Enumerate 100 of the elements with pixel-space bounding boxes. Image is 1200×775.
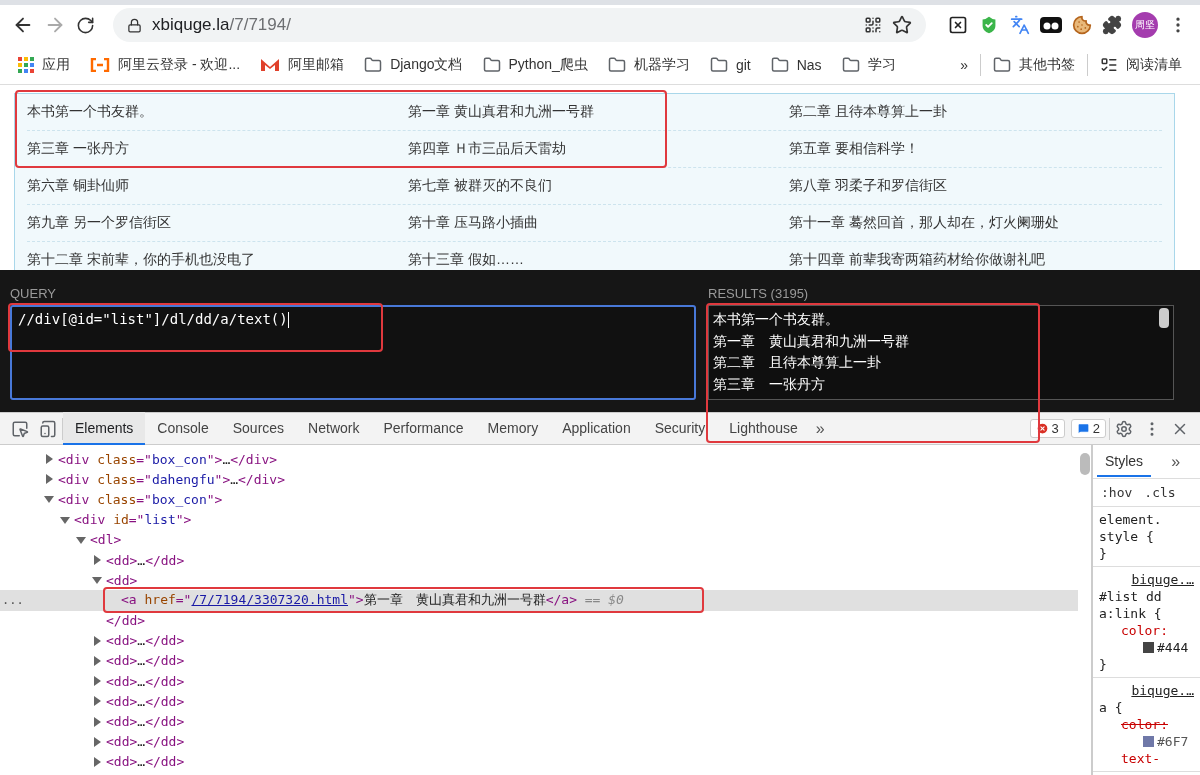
dom-node-row[interactable]: <dd>…</dd> [0,691,1078,712]
devtools-tab[interactable]: Elements [63,412,146,445]
element-markup: <dd>…</dd> [106,754,185,770]
collapsed-triangle-icon[interactable] [44,474,54,485]
devtools-tab[interactable]: Console [145,412,221,445]
collapsed-triangle-icon[interactable] [92,655,102,666]
collapsed-triangle-icon[interactable] [92,676,102,687]
chapter-link[interactable]: 第六章 铜卦仙师 [27,177,129,195]
devtools-tab[interactable]: Application [550,412,643,445]
element-markup: <dd>…</dd> [106,714,185,730]
stylesheet-link[interactable]: biquge.… [1131,682,1194,699]
bookmarks-overflow[interactable]: » [952,52,976,77]
element-markup: <div class="box_con">…</div> [58,451,278,467]
dom-node-row[interactable]: <dd>…</dd> [0,671,1078,692]
expanded-triangle-icon[interactable] [60,514,70,525]
chapter-link[interactable]: 第一章 黄山真君和九洲一号群 [408,103,594,121]
mask-icon[interactable] [1040,17,1062,33]
bookmark-star-icon[interactable] [892,15,912,35]
stylesheet-link[interactable]: biquge.… [1131,571,1194,588]
chapter-link[interactable]: 第十四章 前辈我寄两箱药材给你做谢礼吧 [789,251,1045,269]
chapter-link[interactable]: 本书第一个书友群。 [27,103,153,121]
device-toggle-icon[interactable] [39,419,57,438]
bookmark-item[interactable]: 阿里邮箱 [252,51,353,78]
bookmark-item[interactable]: 其他书签 [985,51,1083,78]
chapter-link[interactable]: 第十章 压马路小插曲 [408,214,538,232]
dom-node-row[interactable]: <dd>…</dd> [0,650,1078,672]
dom-node-row[interactable]: <dd>…</dd> [0,711,1078,732]
devtools-tab[interactable]: Lighthouse [717,412,810,445]
gutter-ellipsis[interactable]: ... [2,593,24,608]
element-markup: <dd>…</dd> [106,653,185,669]
bookmark-item[interactable]: git [701,51,759,78]
devtools-tab[interactable]: Memory [475,412,551,445]
styles-tab[interactable]: Styles [1097,446,1152,477]
dom-node-row[interactable]: <div class="box_con">…</div> [0,449,1078,470]
folder-icon [364,55,383,74]
tabs-overflow[interactable]: » [809,419,831,438]
chapter-link[interactable]: 第九章 另一个罗信街区 [27,214,171,232]
bookmark-item[interactable]: 阅读清单 [1092,51,1190,78]
qr-code-icon[interactable] [864,16,882,34]
query-field[interactable]: //div[@id="list"]/dl/dd/a/text() [10,305,696,400]
chapter-link[interactable]: 第十二章 宋前辈，你的手机也没电了 [27,251,255,269]
chapter-link[interactable]: 第三章 一张丹方 [27,140,129,158]
expanded-triangle-icon[interactable] [92,575,102,586]
bookmark-item[interactable]: Django文档 [356,51,471,78]
bookmark-item[interactable]: 应用 [10,51,78,78]
dom-node-row[interactable]: <dl> [0,529,1078,550]
collapsed-triangle-icon[interactable] [92,555,102,566]
style-filter-toggle[interactable]: :hov [1101,485,1133,500]
dom-node-row[interactable]: <dd> [0,570,1078,591]
cookie-icon[interactable] [1072,15,1092,35]
chapter-link[interactable]: 第七章 被群灭的不良们 [408,177,552,195]
devtools-tab[interactable]: Security [642,412,718,445]
settings-icon[interactable] [1115,419,1133,438]
message-count-badge[interactable]: 2 [1070,419,1106,438]
x-square-icon[interactable] [948,15,968,35]
collapsed-triangle-icon[interactable] [92,716,102,727]
dom-node-row[interactable]: <dd>…</dd> [0,630,1078,651]
sidebar-overflow[interactable]: » [1165,452,1187,471]
chapter-link[interactable]: 第五章 要相信科学！ [789,140,919,158]
dom-node-row[interactable]: <div id="list"> [0,509,1078,530]
collapsed-triangle-icon[interactable] [92,635,102,646]
results-field[interactable]: 本书第一个书友群。 第一章 黄山真君和九洲一号群 第二章 且待本尊算上一卦 第三章 一张丹方 [708,305,1174,400]
bookmark-item[interactable]: Nas [762,51,830,78]
collapsed-triangle-icon[interactable] [92,756,102,767]
devtools-tab[interactable]: Performance [371,412,476,445]
bookmark-item[interactable]: Python_爬虫 [474,51,596,78]
chapter-link[interactable]: 第四章 Ｈ市三品后天雷劫 [408,140,566,158]
dom-node-row[interactable]: <dd>…</dd> [0,549,1078,571]
chapter-link[interactable]: 第十一章 蓦然回首，那人却在，灯火阑珊处 [789,214,1059,232]
collapsed-triangle-icon[interactable] [92,736,102,747]
chapter-link[interactable]: 第十三章 假如…… [408,251,524,269]
address-bar[interactable]: xbiquge.la/7/7194/ [113,8,926,42]
dom-node-row[interactable]: <div class="dahengfu">…</div> [0,469,1078,490]
folder-icon [770,55,789,74]
url-text: xbiquge.la/7/7194/ [152,15,292,35]
translate-icon[interactable] [1010,15,1030,35]
chapter-link[interactable]: 第八章 羽柔子和罗信街区 [789,177,947,195]
profile-avatar[interactable]: 周坚 [1132,12,1158,38]
dom-node-row[interactable]: ... <a href="/7/7194/3307320.html">第一章 黄山真君和九洲一号群</a> == $0 [0,590,1078,611]
dom-node-row[interactable]: <div class="box_con"> [0,489,1078,510]
scrollbar-thumb[interactable] [1080,453,1090,475]
collapsed-triangle-icon[interactable] [44,454,54,465]
bookmark-item[interactable]: 学习 [833,51,904,78]
chapter-link[interactable]: 第二章 且待本尊算上一卦 [789,103,947,121]
bookmark-item[interactable]: 阿里云登录 - 欢迎... [82,51,249,78]
error-count-badge[interactable]: 3 [1029,419,1065,438]
expanded-triangle-icon[interactable] [76,534,86,545]
folder-icon [482,55,501,74]
reload-icon[interactable] [76,15,95,35]
devtools-tab[interactable]: Network [296,412,372,445]
bookmark-item[interactable]: 机器学习 [599,51,698,78]
expanded-triangle-icon[interactable] [44,494,54,505]
puzzle-icon[interactable] [1102,15,1122,35]
style-filter-toggle[interactable]: .cls [1144,485,1176,500]
bracket-logo-icon [90,57,110,72]
dom-node-row[interactable]: <dd>…</dd> [0,751,1078,772]
inspect-icon[interactable] [11,419,29,438]
devtools-tab[interactable]: Sources [220,412,297,445]
dom-node-row[interactable]: <dd>…</dd> [0,731,1078,752]
collapsed-triangle-icon[interactable] [92,696,102,707]
